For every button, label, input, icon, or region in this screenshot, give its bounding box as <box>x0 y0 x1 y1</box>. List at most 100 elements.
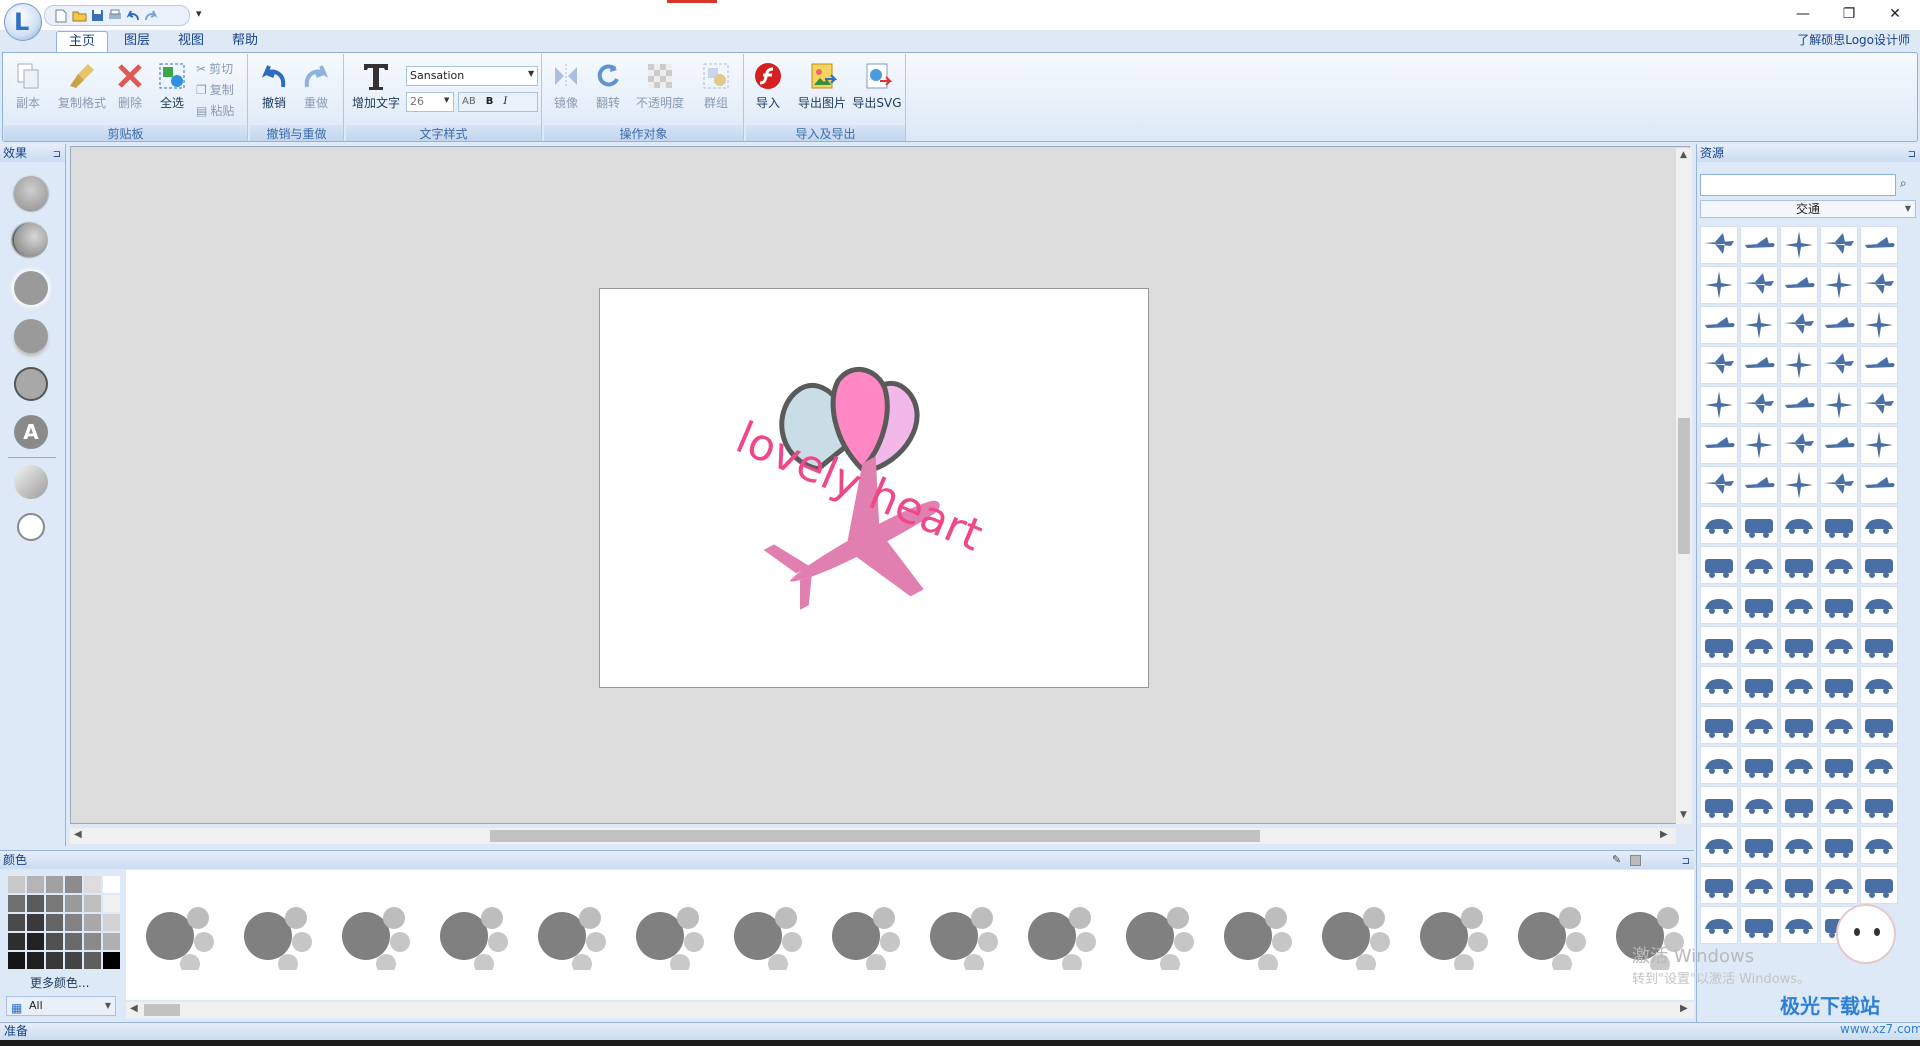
color-swatch[interactable] <box>27 895 44 912</box>
resource-item[interactable] <box>1700 586 1738 624</box>
resource-item[interactable] <box>1740 386 1778 424</box>
more-colors-link[interactable]: 更多颜色... <box>30 974 89 991</box>
color-swatch[interactable] <box>103 914 120 931</box>
scroll-up-icon[interactable]: ▲ <box>1680 150 1687 160</box>
color-swatch[interactable] <box>46 895 63 912</box>
scroll-right-icon[interactable]: ▶ <box>1660 829 1668 840</box>
shape-style-item[interactable] <box>832 900 902 970</box>
tab-help[interactable]: 帮助 <box>220 31 270 52</box>
color-swatch[interactable] <box>103 895 120 912</box>
shape-style-item[interactable] <box>930 900 1000 970</box>
resource-item[interactable] <box>1700 506 1738 544</box>
shape-style-item[interactable] <box>636 900 706 970</box>
resource-category-select[interactable]: 交通 ▼ <box>1700 200 1916 218</box>
paste-button[interactable]: ▤ 粘贴 <box>196 102 234 119</box>
resource-item[interactable] <box>1820 706 1858 744</box>
scroll-left-icon[interactable]: ◀ <box>74 829 82 840</box>
shape-style-item[interactable] <box>1420 900 1490 970</box>
resource-item[interactable] <box>1700 826 1738 864</box>
resource-item[interactable] <box>1700 906 1738 944</box>
resource-item[interactable] <box>1820 466 1858 504</box>
shape-style-item[interactable] <box>1126 900 1196 970</box>
resource-item[interactable] <box>1740 266 1778 304</box>
letter-spacing-button[interactable]: AB <box>462 93 476 111</box>
redo-icon[interactable] <box>143 8 159 23</box>
cut-button[interactable]: ✂ 剪切 <box>196 60 233 77</box>
resource-item[interactable] <box>1860 746 1898 784</box>
resource-item[interactable] <box>1700 466 1738 504</box>
resource-item[interactable] <box>1780 226 1818 264</box>
effect-text-icon[interactable]: A <box>14 415 48 449</box>
resource-item[interactable] <box>1740 346 1778 384</box>
resource-item[interactable] <box>1820 546 1858 584</box>
effect-inner-shadow[interactable] <box>14 223 48 257</box>
resource-item[interactable] <box>1700 626 1738 664</box>
resource-item[interactable] <box>1780 386 1818 424</box>
resource-item[interactable] <box>1740 906 1778 944</box>
resource-item[interactable] <box>1700 786 1738 824</box>
color-swatch[interactable] <box>8 876 25 893</box>
resource-item[interactable] <box>1700 746 1738 784</box>
resource-item[interactable] <box>1700 706 1738 744</box>
resource-item[interactable] <box>1780 586 1818 624</box>
resource-item[interactable] <box>1860 386 1898 424</box>
color-swatch[interactable] <box>65 914 82 931</box>
resource-item[interactable] <box>1780 866 1818 904</box>
resource-item[interactable] <box>1740 426 1778 464</box>
shape-filter-select[interactable]: ▦ All ▼ <box>6 996 116 1016</box>
resource-item[interactable] <box>1860 266 1898 304</box>
close-button[interactable]: ✕ <box>1872 0 1918 28</box>
horizontal-scroll-thumb[interactable] <box>490 830 1260 842</box>
color-swatch[interactable] <box>84 914 101 931</box>
resource-item[interactable] <box>1700 426 1738 464</box>
resource-item[interactable] <box>1860 306 1898 344</box>
resource-item[interactable] <box>1860 466 1898 504</box>
search-icon[interactable]: ⌕ <box>1900 176 1907 191</box>
resource-item[interactable] <box>1820 626 1858 664</box>
effect-bevel[interactable] <box>14 176 48 210</box>
resource-item[interactable] <box>1860 506 1898 544</box>
resource-item[interactable] <box>1820 826 1858 864</box>
color-swatch[interactable] <box>27 933 44 950</box>
color-swatch[interactable] <box>65 895 82 912</box>
shape-style-item[interactable] <box>1518 900 1588 970</box>
tab-view[interactable]: 视图 <box>166 31 216 52</box>
shape-style-item[interactable] <box>1028 900 1098 970</box>
resource-item[interactable] <box>1860 866 1898 904</box>
resource-item[interactable] <box>1820 866 1858 904</box>
shape-style-item[interactable] <box>342 900 412 970</box>
resource-item[interactable] <box>1740 786 1778 824</box>
resource-item[interactable] <box>1820 426 1858 464</box>
resource-item[interactable] <box>1740 746 1778 784</box>
duplicate-button[interactable]: 副本 <box>8 60 48 111</box>
color-swatch[interactable] <box>84 952 101 969</box>
about-link[interactable]: 了解硕思Logo设计师 <box>1797 31 1910 48</box>
export-image-button[interactable]: 导出图片 <box>796 60 848 111</box>
pin-icon[interactable]: ⊐ <box>1908 146 1916 164</box>
strip-scroll-thumb[interactable] <box>144 1004 180 1016</box>
color-swatch[interactable] <box>8 914 25 931</box>
resource-item[interactable] <box>1820 266 1858 304</box>
resource-item[interactable] <box>1740 306 1778 344</box>
color-swatch[interactable] <box>65 933 82 950</box>
color-swatch[interactable] <box>65 876 82 893</box>
resource-item[interactable] <box>1780 266 1818 304</box>
opacity-button[interactable]: 不透明度 <box>632 60 688 111</box>
resource-item[interactable] <box>1740 666 1778 704</box>
resource-item[interactable] <box>1820 666 1858 704</box>
color-swatch[interactable] <box>103 933 120 950</box>
resource-item[interactable] <box>1820 226 1858 264</box>
app-menu-button[interactable]: L <box>4 3 42 41</box>
color-swatch[interactable] <box>8 895 25 912</box>
resource-item[interactable] <box>1780 426 1818 464</box>
undo-button[interactable]: 撤销 <box>254 60 294 111</box>
effect-none[interactable] <box>17 513 45 541</box>
resource-item[interactable] <box>1820 386 1858 424</box>
color-swatch[interactable] <box>8 952 25 969</box>
color-swatch[interactable] <box>84 895 101 912</box>
mirror-button[interactable]: 镜像 <box>546 60 586 111</box>
color-swatch[interactable] <box>84 933 101 950</box>
resource-item[interactable] <box>1860 346 1898 384</box>
resource-item[interactable] <box>1860 426 1898 464</box>
resource-item[interactable] <box>1740 546 1778 584</box>
